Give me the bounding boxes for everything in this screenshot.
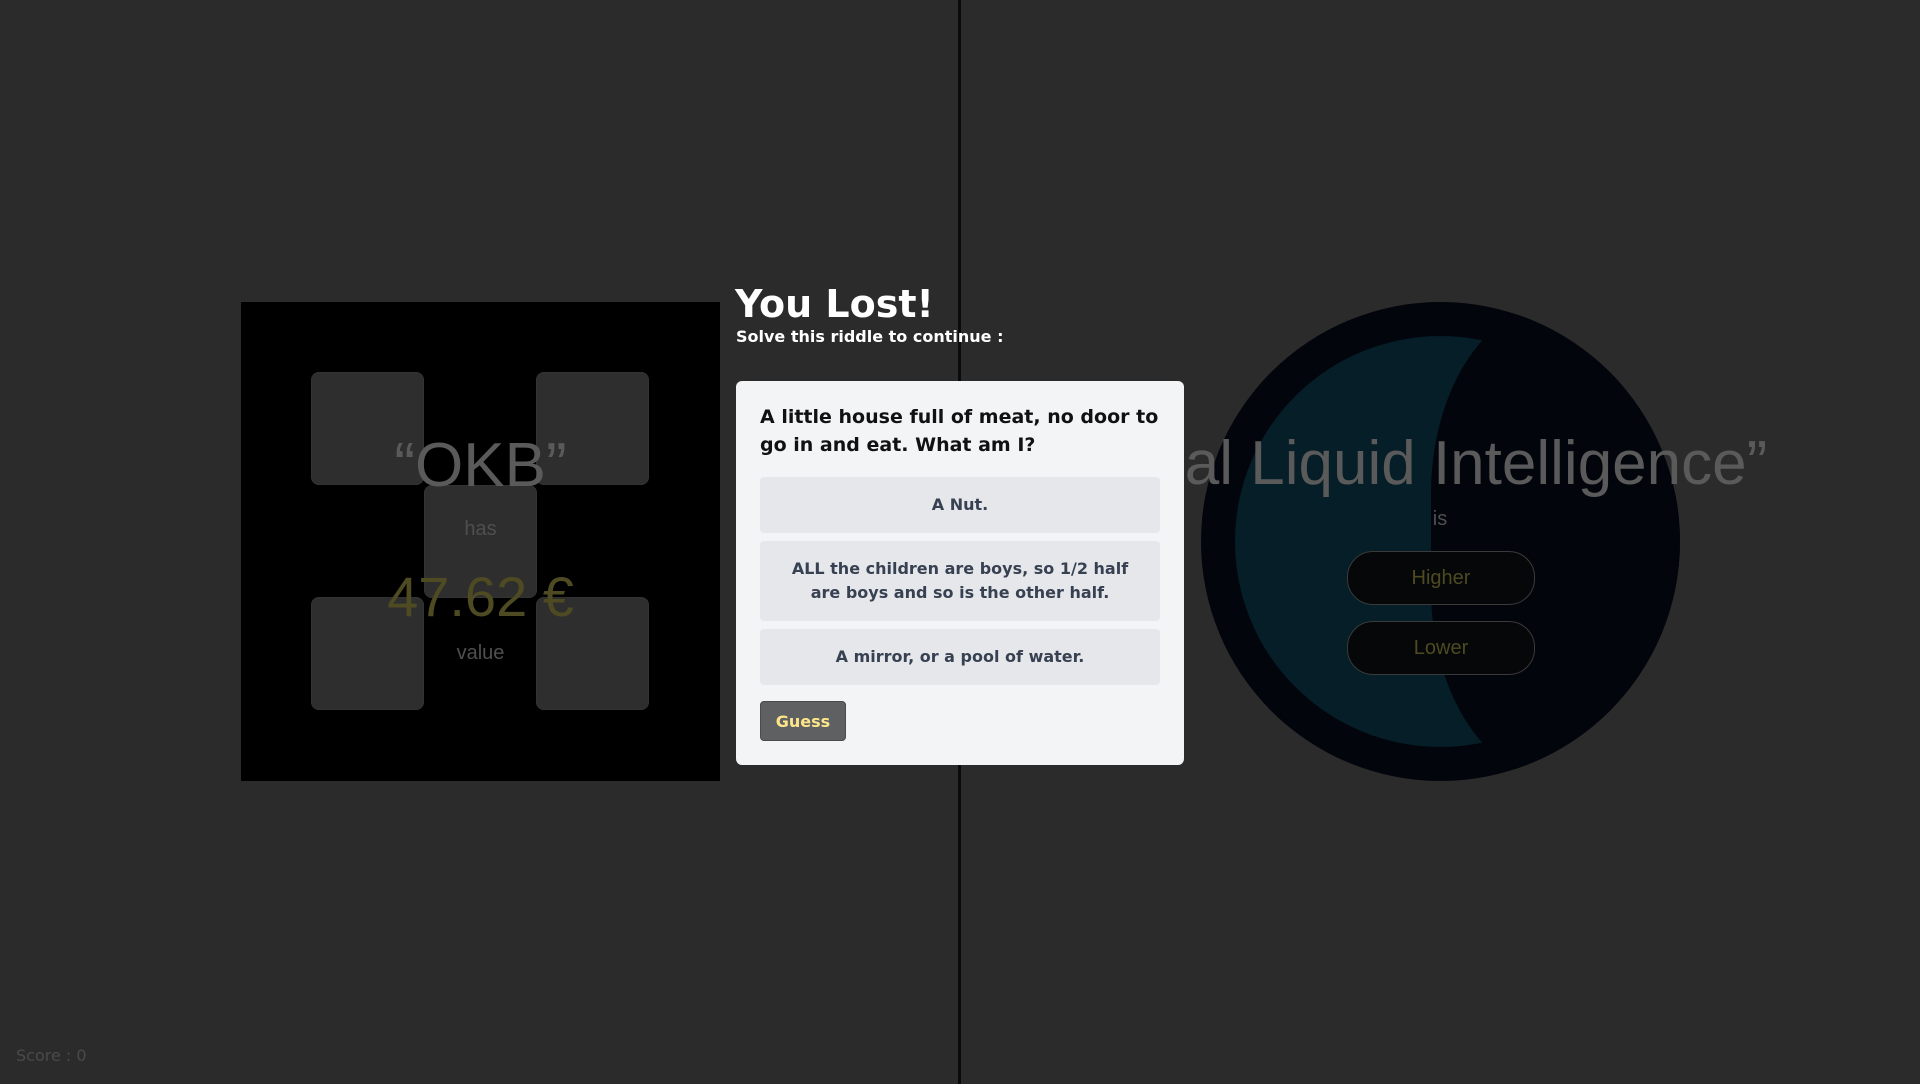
riddle-question: A little house full of meat, no door to … [760,406,1159,456]
lower-button[interactable]: Lower [1347,621,1535,675]
modal-subtitle: Solve this riddle to continue : [736,327,1004,346]
right-item-verb: is [1432,508,1448,530]
riddle-option[interactable]: A Nut. [760,477,1160,533]
game-stage: “OKB” has 47.62 € value cial Liquid Inte… [0,0,1920,1084]
left-item-name: “OKB” [394,431,567,500]
guess-button[interactable]: Guess [760,701,846,741]
right-item-name: cial Liquid Intelligence” [1140,429,1768,498]
left-item-suffix: value [456,642,505,664]
riddle-dialog: A little house full of meat, no door to … [736,381,1184,765]
riddle-option[interactable]: ALL the children are boys, so 1/2 half a… [760,541,1160,621]
globe-shadow [1431,302,1680,781]
left-item-verb: has [464,518,497,540]
higher-button[interactable]: Higher [1347,551,1535,605]
right-item-image [1201,302,1680,781]
left-item-value: 47.62 € [387,565,574,628]
modal-title: You Lost! [735,282,934,326]
left-item-card: “OKB” has 47.62 € value [241,302,720,781]
riddle-option[interactable]: A mirror, or a pool of water. [760,629,1160,685]
score-display: Score : 0 [16,1046,87,1065]
